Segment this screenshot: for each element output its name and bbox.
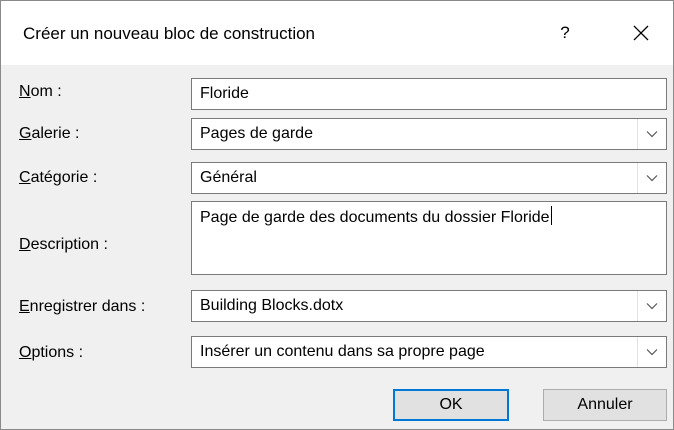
name-label-mnemonic: N bbox=[19, 83, 31, 100]
description-label-mnemonic: D bbox=[19, 236, 31, 253]
options-select-value: Insérer un contenu dans sa propre page bbox=[200, 343, 485, 360]
create-building-block-dialog: Créer un nouveau bloc de construction ? … bbox=[0, 0, 674, 430]
category-label-mnemonic: C bbox=[19, 169, 31, 186]
description-text: Page de garde des documents du dossier F… bbox=[200, 209, 550, 226]
chevron-down-icon bbox=[646, 303, 658, 310]
name-label: Nom : bbox=[19, 83, 62, 101]
gallery-label-text: alerie : bbox=[31, 125, 80, 142]
save-in-label: Enregistrer dans : bbox=[19, 298, 145, 316]
options-label-text: ptions : bbox=[31, 344, 84, 361]
category-dropdown-button[interactable] bbox=[637, 163, 666, 193]
gallery-dropdown-button[interactable] bbox=[637, 119, 666, 149]
gallery-select[interactable]: Pages de garde bbox=[191, 118, 667, 150]
options-dropdown-button[interactable] bbox=[637, 337, 666, 367]
category-label: Catégorie : bbox=[19, 169, 97, 187]
save-in-dropdown-button[interactable] bbox=[637, 291, 666, 321]
name-input-value: Floride bbox=[200, 85, 249, 102]
category-select-value: Général bbox=[200, 169, 257, 186]
chevron-down-icon bbox=[646, 349, 658, 356]
text-caret bbox=[550, 206, 552, 225]
description-label-text: escription : bbox=[30, 236, 108, 253]
help-button[interactable]: ? bbox=[547, 15, 583, 51]
close-icon bbox=[633, 25, 649, 41]
options-label: Options : bbox=[19, 344, 83, 362]
chevron-down-icon bbox=[646, 175, 658, 182]
name-label-text: om : bbox=[30, 83, 62, 100]
category-label-text: atégorie : bbox=[30, 169, 98, 186]
save-in-label-text: nregistrer dans : bbox=[29, 298, 146, 315]
gallery-select-value: Pages de garde bbox=[200, 125, 313, 142]
title-bar: Créer un nouveau bloc de construction ? bbox=[1, 1, 673, 65]
dialog-title: Créer un nouveau bloc de construction bbox=[23, 24, 316, 43]
gallery-label: Galerie : bbox=[19, 125, 79, 143]
category-select[interactable]: Général bbox=[191, 162, 667, 194]
options-select[interactable]: Insérer un contenu dans sa propre page bbox=[191, 336, 667, 368]
save-in-select-value: Building Blocks.dotx bbox=[200, 297, 344, 314]
description-textarea[interactable]: Page de garde des documents du dossier F… bbox=[191, 201, 667, 275]
close-button[interactable] bbox=[621, 15, 661, 51]
ok-button[interactable]: OK bbox=[393, 389, 509, 421]
cancel-button[interactable]: Annuler bbox=[543, 389, 667, 421]
name-input[interactable]: Floride bbox=[191, 78, 667, 110]
save-in-select[interactable]: Building Blocks.dotx bbox=[191, 290, 667, 322]
save-in-label-mnemonic: E bbox=[19, 298, 30, 315]
gallery-label-mnemonic: G bbox=[19, 125, 32, 142]
chevron-down-icon bbox=[646, 131, 658, 138]
options-label-mnemonic: O bbox=[19, 344, 32, 361]
description-label: Description : bbox=[19, 236, 108, 254]
